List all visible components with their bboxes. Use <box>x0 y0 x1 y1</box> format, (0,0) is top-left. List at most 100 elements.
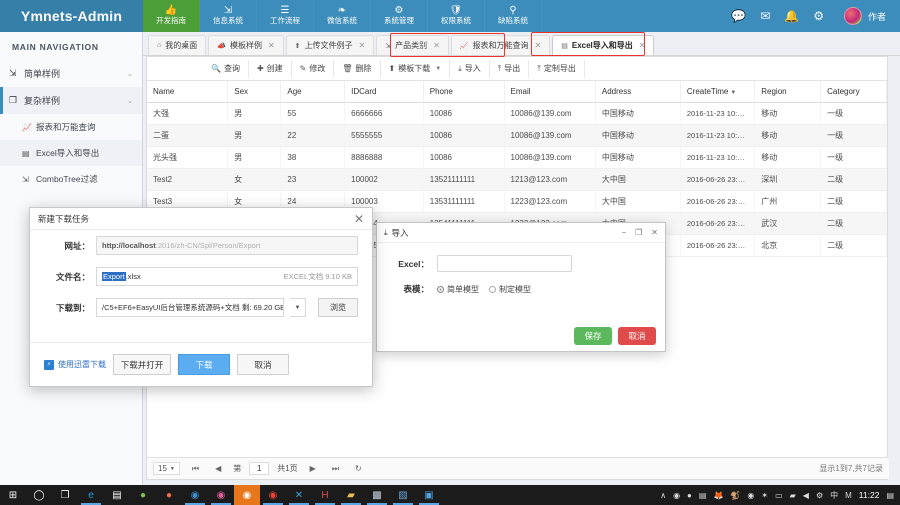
taskbar-explorer-icon[interactable]: ▰ <box>338 485 364 505</box>
download-and-open-button[interactable]: 下载并打开 <box>113 354 171 375</box>
taskbar-browser-360-icon[interactable]: ◉ <box>182 485 208 505</box>
app-logo[interactable]: Ymnets-Admin <box>0 0 143 32</box>
path-dropdown-icon[interactable]: ▼ <box>290 298 306 317</box>
grid-column-header-3[interactable]: IDCard <box>344 81 424 103</box>
notification-icon[interactable]: ▤ <box>886 491 894 500</box>
taskbar-wechat-icon[interactable]: ● <box>130 485 156 505</box>
tab-2[interactable]: ⬆ 上传文件例子 ✕ <box>285 35 375 55</box>
grid-column-header-2[interactable]: Age <box>280 81 346 103</box>
tab-3[interactable]: ⇲ 产品类别 ✕ <box>376 35 449 55</box>
filename-field[interactable]: Export .xlsx EXCEL文档 9.10 KB <box>96 267 358 286</box>
tab-close-icon[interactable]: ✕ <box>433 41 440 50</box>
sidebar-subitem-1[interactable]: ▤ Excel导入和导出 <box>0 140 142 166</box>
table-row[interactable]: 大强男 55 6666666 10086 10086@139.com 中国移动 2016-1… <box>147 102 887 125</box>
toolbar-button-0[interactable]: 🔍 查询 <box>203 59 249 78</box>
comment-icon[interactable]: 💬 <box>731 9 746 23</box>
tray-icon-8[interactable]: 🐒 <box>730 491 740 500</box>
tray-icon-9[interactable]: 🦊 <box>713 491 723 500</box>
url-field[interactable]: http://localhost:2016/zh-CN/Spl/Person/E… <box>96 236 358 255</box>
toolbar-button-3[interactable]: 🗑 删除 <box>334 59 381 78</box>
taskbar-editor-icon[interactable]: ▩ <box>364 485 390 505</box>
taskbar-edge-icon[interactable]: e <box>78 485 104 505</box>
toolbar-button-1[interactable]: ✚ 创建 <box>249 59 292 78</box>
page-size-select[interactable]: 15 ▼ <box>153 462 180 475</box>
tab-close-icon[interactable]: ✕ <box>535 41 542 50</box>
topnav-item-6[interactable]: ⚲ 缺陷系统 <box>485 0 542 32</box>
grid-column-header-6[interactable]: Address <box>595 81 681 103</box>
tab-0[interactable]: ⌂ 我的桌面 <box>148 35 207 55</box>
thunder-download-link[interactable]: ⚡ 使用迅雷下载 <box>44 359 106 370</box>
tray-icon-11[interactable]: ● <box>687 491 692 500</box>
taskbar-qq-icon[interactable]: ● <box>156 485 182 505</box>
toolbar-button-6[interactable]: ⤒ 导出 <box>490 59 530 78</box>
envelope-icon[interactable]: ✉ <box>760 9 770 23</box>
radio-custom-model[interactable]: 制定模型 <box>489 284 531 295</box>
taskbar-store-icon[interactable]: ▤ <box>104 485 130 505</box>
taskbar-sql-icon[interactable]: ▨ <box>390 485 416 505</box>
sidebar-subitem-0[interactable]: 📈 报表和万能查询 <box>0 114 142 140</box>
grid-column-header-5[interactable]: Email <box>504 81 596 103</box>
grid-column-header-4[interactable]: Phone <box>423 81 505 103</box>
topnav-item-2[interactable]: ☰ 工作流程 <box>257 0 314 32</box>
excel-input[interactable] <box>437 255 572 272</box>
tab-close-icon[interactable]: ✕ <box>359 41 366 50</box>
tray-icon-5[interactable]: ▭ <box>775 491 783 500</box>
taskbar-vscode-icon[interactable]: ✕ <box>286 485 312 505</box>
taskbar-chrome-icon[interactable]: ◉ <box>260 485 286 505</box>
grid-column-header-7[interactable]: CreateTime ▼ <box>680 81 756 103</box>
sidebar-item-0[interactable]: ⇲ 简单样例 ⌄ <box>0 60 142 87</box>
tray-icon-6[interactable]: ✶ <box>761 491 768 500</box>
topnav-item-0[interactable]: 👍 开发指南 <box>143 0 200 32</box>
grid-column-header-9[interactable]: Category <box>820 81 887 103</box>
maximize-icon[interactable]: ❐ <box>635 228 642 237</box>
tray-icon-3[interactable]: ◀ <box>803 491 809 500</box>
prev-page-button[interactable]: ◀ <box>211 464 225 473</box>
cancel-button[interactable]: 取消 <box>618 327 656 345</box>
minimize-icon[interactable]: − <box>621 228 626 237</box>
next-page-button[interactable]: ▶ <box>306 464 320 473</box>
toolbar-button-2[interactable]: ✎ 修改 <box>292 59 335 78</box>
taskbar-chrome-canary-icon[interactable]: ◉ <box>208 485 234 505</box>
grid-column-header-0[interactable]: Name <box>147 81 229 103</box>
topnav-item-5[interactable]: 🛡 权限系统 <box>428 0 485 32</box>
tab-5[interactable]: ▤ Excel导入和导出 ✕ <box>552 35 655 55</box>
topnav-item-1[interactable]: ⇲ 信息系统 <box>200 0 257 32</box>
tab-close-icon[interactable]: ✕ <box>639 41 646 50</box>
taskbar-start-button[interactable]: ⊞ <box>0 485 26 505</box>
tray-icon-13[interactable]: ∧ <box>660 491 666 500</box>
taskbar-task-view-icon[interactable]: ❐ <box>52 485 78 505</box>
download-button[interactable]: 下载 <box>178 354 230 375</box>
gears-icon[interactable]: ⚙ <box>813 9 824 23</box>
tab-close-icon[interactable]: ✕ <box>268 41 275 50</box>
import-dialog-titlebar[interactable]: ⤓ 导入 − ❐ ✕ <box>377 223 665 243</box>
close-icon[interactable]: ✕ <box>354 213 364 225</box>
path-field[interactable]: /C5+EF6+EasyUI后台管理系统源码+文档 剩: 69.20 GB <box>96 298 284 317</box>
sidebar-subitem-2[interactable]: ⇲ ComboTree过滤 <box>0 166 142 192</box>
taskbar-hbuilder-icon[interactable]: H <box>312 485 338 505</box>
tray-icon-7[interactable]: ◉ <box>747 491 754 500</box>
taskbar-active-app-icon[interactable]: ◉ <box>234 485 260 505</box>
user-menu[interactable]: 作者 <box>843 7 886 25</box>
first-page-button[interactable]: ⏮ <box>188 464 203 474</box>
tray-icon-0[interactable]: M <box>845 491 852 500</box>
grid-column-header-8[interactable]: Region <box>754 81 822 103</box>
toolbar-button-7[interactable]: ⤒ 定制导出 <box>529 59 585 78</box>
download-cancel-button[interactable]: 取消 <box>237 354 289 375</box>
tray-icon-4[interactable]: ▰ <box>790 491 796 500</box>
tray-icon-1[interactable]: 中 <box>830 490 838 501</box>
tray-icon-2[interactable]: ⚙ <box>816 491 823 500</box>
download-dialog-titlebar[interactable]: 新建下载任务 ✕ <box>30 208 372 230</box>
table-row[interactable]: 光头强男 38 8886888 10086 10086@139.com 中国移动 2016-… <box>147 146 887 169</box>
radio-simple-model[interactable]: 简单模型 <box>437 284 479 295</box>
table-row[interactable]: Test2 女 23 100002 13521111111 1213@123.com 大中国… <box>147 168 887 191</box>
sidebar-item-1[interactable]: ❐ 复杂样例 ⌄ <box>0 87 142 114</box>
page-number-input[interactable] <box>249 462 270 475</box>
close-icon[interactable]: ✕ <box>651 228 658 237</box>
topnav-item-3[interactable]: ❧ 微信系统 <box>314 0 371 32</box>
last-page-button[interactable]: ⏭ <box>328 464 343 474</box>
topnav-item-4[interactable]: ⚙ 系统管理 <box>371 0 428 32</box>
tab-4[interactable]: 📈 报表和万能查询 ✕ <box>450 35 551 55</box>
browse-button[interactable]: 浏览 <box>318 298 358 317</box>
tray-icon-10[interactable]: ▤ <box>699 491 707 500</box>
table-row[interactable]: 二蛋男 22 5555555 10086 10086@139.com 中国移动 2016-1… <box>147 124 887 147</box>
